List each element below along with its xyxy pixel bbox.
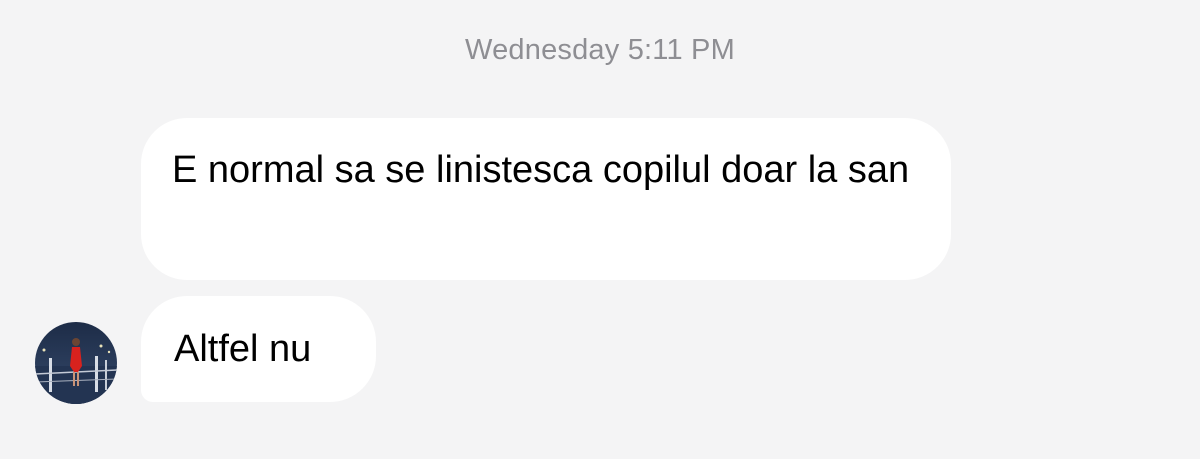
message-bubble[interactable]: Altfel nu <box>141 296 376 402</box>
sender-avatar[interactable] <box>35 322 117 404</box>
message-text: E normal sa se linistesca copilul doar l… <box>172 149 910 191</box>
message-timestamp: Wednesday 5:11 PM <box>465 34 735 66</box>
message-text: Altfel nu <box>174 328 312 370</box>
message-bubble[interactable]: E normal sa se linistesca copilul doar l… <box>141 118 951 280</box>
avatar-photo-icon <box>35 322 117 404</box>
